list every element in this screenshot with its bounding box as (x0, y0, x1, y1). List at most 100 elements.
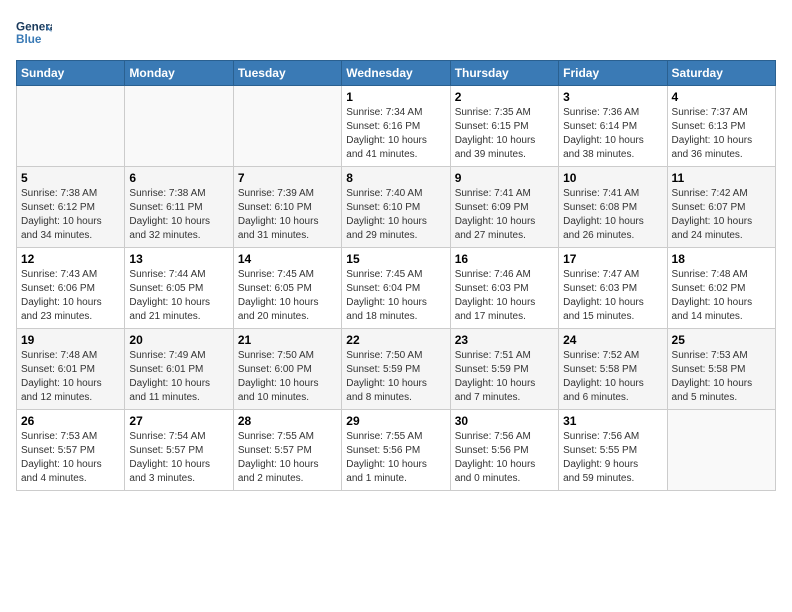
day-cell: 16 Sunrise: 7:46 AMSunset: 6:03 PMDayligh… (450, 248, 558, 329)
day-number: 5 (21, 171, 120, 185)
day-number: 13 (129, 252, 228, 266)
week-row-4: 19 Sunrise: 7:48 AMSunset: 6:01 PMDayligh… (17, 329, 776, 410)
day-info: Sunrise: 7:50 AMSunset: 5:59 PMDaylight:… (346, 349, 445, 405)
calendar-table: SundayMondayTuesdayWednesdayThursdayFrid… (16, 60, 776, 491)
day-number: 26 (21, 414, 120, 428)
page-header: GeneralBlue (16, 16, 776, 52)
day-number: 4 (672, 90, 771, 104)
day-number: 17 (563, 252, 662, 266)
day-cell: 4 Sunrise: 7:37 AMSunset: 6:13 PMDaylight… (667, 86, 775, 167)
day-cell: 26 Sunrise: 7:53 AMSunset: 5:57 PMDayligh… (17, 410, 125, 491)
day-cell: 25Sunrise: 7:53 AMSunset: 5:58 PMDayligh… (667, 329, 775, 410)
day-cell: 5 Sunrise: 7:38 AMSunset: 6:12 PMDaylight… (17, 167, 125, 248)
day-info: Sunrise: 7:46 AMSunset: 6:03 PMDaylight:… (455, 268, 554, 324)
day-number: 24 (563, 333, 662, 347)
day-cell: 19 Sunrise: 7:48 AMSunset: 6:01 PMDayligh… (17, 329, 125, 410)
day-number: 2 (455, 90, 554, 104)
day-number: 20 (129, 333, 228, 347)
logo-icon: GeneralBlue (16, 16, 52, 52)
svg-text:Blue: Blue (16, 33, 42, 46)
day-cell: 7Sunrise: 7:39 AMSunset: 6:10 PMDaylight… (233, 167, 341, 248)
day-info: Sunrise: 7:47 AMSunset: 6:03 PMDaylight:… (563, 268, 662, 324)
day-number: 8 (346, 171, 445, 185)
day-info: Sunrise: 7:48 AMSunset: 6:01 PMDaylight:… (21, 349, 120, 405)
day-info: Sunrise: 7:49 AMSunset: 6:01 PMDaylight:… (129, 349, 228, 405)
day-info: Sunrise: 7:37 AMSunset: 6:13 PMDaylight:… (672, 106, 771, 162)
day-number: 31 (563, 414, 662, 428)
day-cell: 15 Sunrise: 7:45 AMSunset: 6:04 PMDayligh… (342, 248, 450, 329)
day-cell: 10Sunrise: 7:41 AMSunset: 6:08 PMDayligh… (559, 167, 667, 248)
day-cell: 28Sunrise: 7:55 AMSunset: 5:57 PMDayligh… (233, 410, 341, 491)
day-cell: 11 Sunrise: 7:42 AMSunset: 6:07 PMDayligh… (667, 167, 775, 248)
day-cell: 31 Sunrise: 7:56 AMSunset: 5:55 PMDayligh… (559, 410, 667, 491)
day-info: Sunrise: 7:56 AMSunset: 5:56 PMDaylight:… (455, 430, 554, 486)
day-info: Sunrise: 7:53 AMSunset: 5:57 PMDaylight:… (21, 430, 120, 486)
week-row-3: 12 Sunrise: 7:43 AMSunset: 6:06 PMDayligh… (17, 248, 776, 329)
day-cell: 9 Sunrise: 7:41 AMSunset: 6:09 PMDaylight… (450, 167, 558, 248)
day-number: 9 (455, 171, 554, 185)
day-number: 10 (563, 171, 662, 185)
column-headers: SundayMondayTuesdayWednesdayThursdayFrid… (17, 61, 776, 86)
day-number: 30 (455, 414, 554, 428)
day-info: Sunrise: 7:36 AMSunset: 6:14 PMDaylight:… (563, 106, 662, 162)
day-cell: 20 Sunrise: 7:49 AMSunset: 6:01 PMDayligh… (125, 329, 233, 410)
day-cell: 13 Sunrise: 7:44 AMSunset: 6:05 PMDayligh… (125, 248, 233, 329)
column-header-thursday: Thursday (450, 61, 558, 86)
day-cell (667, 410, 775, 491)
day-info: Sunrise: 7:38 AMSunset: 6:12 PMDaylight:… (21, 187, 120, 243)
column-header-saturday: Saturday (667, 61, 775, 86)
day-cell: 23 Sunrise: 7:51 AMSunset: 5:59 PMDayligh… (450, 329, 558, 410)
day-info: Sunrise: 7:45 AMSunset: 6:05 PMDaylight:… (238, 268, 337, 324)
day-number: 21 (238, 333, 337, 347)
week-row-5: 26 Sunrise: 7:53 AMSunset: 5:57 PMDayligh… (17, 410, 776, 491)
day-cell: 3 Sunrise: 7:36 AMSunset: 6:14 PMDaylight… (559, 86, 667, 167)
column-header-sunday: Sunday (17, 61, 125, 86)
day-info: Sunrise: 7:55 AMSunset: 5:57 PMDaylight:… (238, 430, 337, 486)
day-info: Sunrise: 7:41 AMSunset: 6:09 PMDaylight:… (455, 187, 554, 243)
day-info: Sunrise: 7:34 AMSunset: 6:16 PMDaylight:… (346, 106, 445, 162)
day-number: 12 (21, 252, 120, 266)
day-cell (125, 86, 233, 167)
day-cell: 6 Sunrise: 7:38 AMSunset: 6:11 PMDaylight… (125, 167, 233, 248)
day-info: Sunrise: 7:45 AMSunset: 6:04 PMDaylight:… (346, 268, 445, 324)
day-cell: 27 Sunrise: 7:54 AMSunset: 5:57 PMDayligh… (125, 410, 233, 491)
day-info: Sunrise: 7:39 AMSunset: 6:10 PMDaylight:… (238, 187, 337, 243)
day-cell: 8Sunrise: 7:40 AMSunset: 6:10 PMDaylight… (342, 167, 450, 248)
day-cell: 24 Sunrise: 7:52 AMSunset: 5:58 PMDayligh… (559, 329, 667, 410)
day-info: Sunrise: 7:38 AMSunset: 6:11 PMDaylight:… (129, 187, 228, 243)
column-header-friday: Friday (559, 61, 667, 86)
day-info: Sunrise: 7:51 AMSunset: 5:59 PMDaylight:… (455, 349, 554, 405)
day-cell: 2 Sunrise: 7:35 AMSunset: 6:15 PMDaylight… (450, 86, 558, 167)
day-info: Sunrise: 7:35 AMSunset: 6:15 PMDaylight:… (455, 106, 554, 162)
day-number: 15 (346, 252, 445, 266)
column-header-wednesday: Wednesday (342, 61, 450, 86)
day-cell: 30 Sunrise: 7:56 AMSunset: 5:56 PMDayligh… (450, 410, 558, 491)
day-info: Sunrise: 7:54 AMSunset: 5:57 PMDaylight:… (129, 430, 228, 486)
day-info: Sunrise: 7:42 AMSunset: 6:07 PMDaylight:… (672, 187, 771, 243)
day-number: 16 (455, 252, 554, 266)
day-number: 11 (672, 171, 771, 185)
day-info: Sunrise: 7:50 AMSunset: 6:00 PMDaylight:… (238, 349, 337, 405)
column-header-tuesday: Tuesday (233, 61, 341, 86)
day-info: Sunrise: 7:56 AMSunset: 5:55 PMDaylight:… (563, 430, 662, 486)
day-number: 27 (129, 414, 228, 428)
day-info: Sunrise: 7:44 AMSunset: 6:05 PMDaylight:… (129, 268, 228, 324)
day-cell: 29Sunrise: 7:55 AMSunset: 5:56 PMDayligh… (342, 410, 450, 491)
day-number: 19 (21, 333, 120, 347)
day-number: 25 (672, 333, 771, 347)
week-row-2: 5 Sunrise: 7:38 AMSunset: 6:12 PMDaylight… (17, 167, 776, 248)
day-number: 22 (346, 333, 445, 347)
day-number: 14 (238, 252, 337, 266)
day-number: 18 (672, 252, 771, 266)
day-info: Sunrise: 7:43 AMSunset: 6:06 PMDaylight:… (21, 268, 120, 324)
column-header-monday: Monday (125, 61, 233, 86)
day-number: 3 (563, 90, 662, 104)
day-cell: 17 Sunrise: 7:47 AMSunset: 6:03 PMDayligh… (559, 248, 667, 329)
day-info: Sunrise: 7:52 AMSunset: 5:58 PMDaylight:… (563, 349, 662, 405)
logo: GeneralBlue (16, 16, 52, 52)
day-cell: 21 Sunrise: 7:50 AMSunset: 6:00 PMDayligh… (233, 329, 341, 410)
day-number: 23 (455, 333, 554, 347)
day-number: 6 (129, 171, 228, 185)
week-row-1: 1Sunrise: 7:34 AMSunset: 6:16 PMDaylight… (17, 86, 776, 167)
day-cell: 1Sunrise: 7:34 AMSunset: 6:16 PMDaylight… (342, 86, 450, 167)
